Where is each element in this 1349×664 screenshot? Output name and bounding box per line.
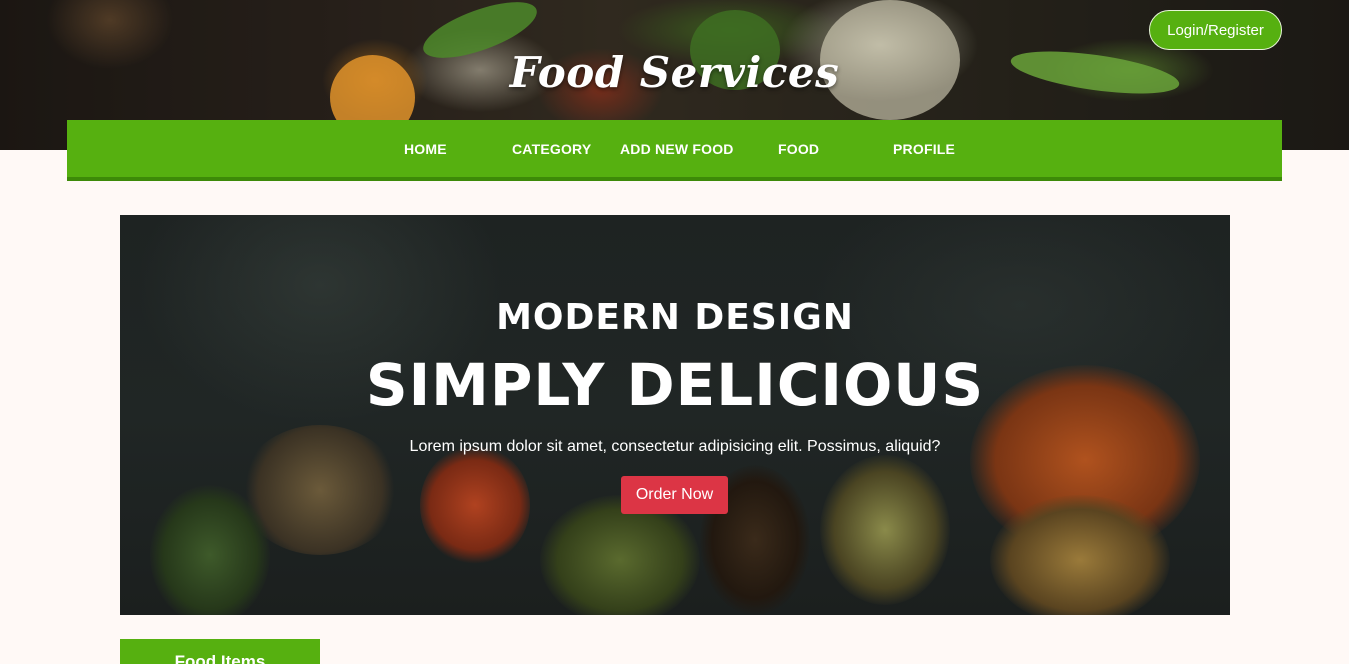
nav-item-add-new-food[interactable]: ADD NEW FOOD — [620, 141, 734, 157]
main-navbar: HOME CATEGORY ADD NEW FOOD FOOD PROFILE — [67, 120, 1282, 181]
hero-subtitle: MODERN DESIGN — [496, 297, 854, 338]
nav-item-food[interactable]: FOOD — [778, 141, 819, 157]
site-title: Food Services — [509, 48, 840, 97]
food-items-heading: Food Items — [120, 639, 320, 664]
hero-banner: MODERN DESIGN SIMPLY DELICIOUS Lorem ips… — [120, 215, 1230, 615]
hero-title: SIMPLY DELICIOUS — [365, 351, 985, 419]
nav-item-category[interactable]: CATEGORY — [512, 141, 591, 157]
nav-item-home[interactable]: HOME — [404, 141, 447, 157]
login-register-button[interactable]: Login/Register — [1149, 10, 1282, 50]
hero-description: Lorem ipsum dolor sit amet, consectetur … — [409, 438, 941, 455]
nav-item-profile[interactable]: PROFILE — [893, 141, 955, 157]
order-now-button[interactable]: Order Now — [621, 476, 728, 514]
